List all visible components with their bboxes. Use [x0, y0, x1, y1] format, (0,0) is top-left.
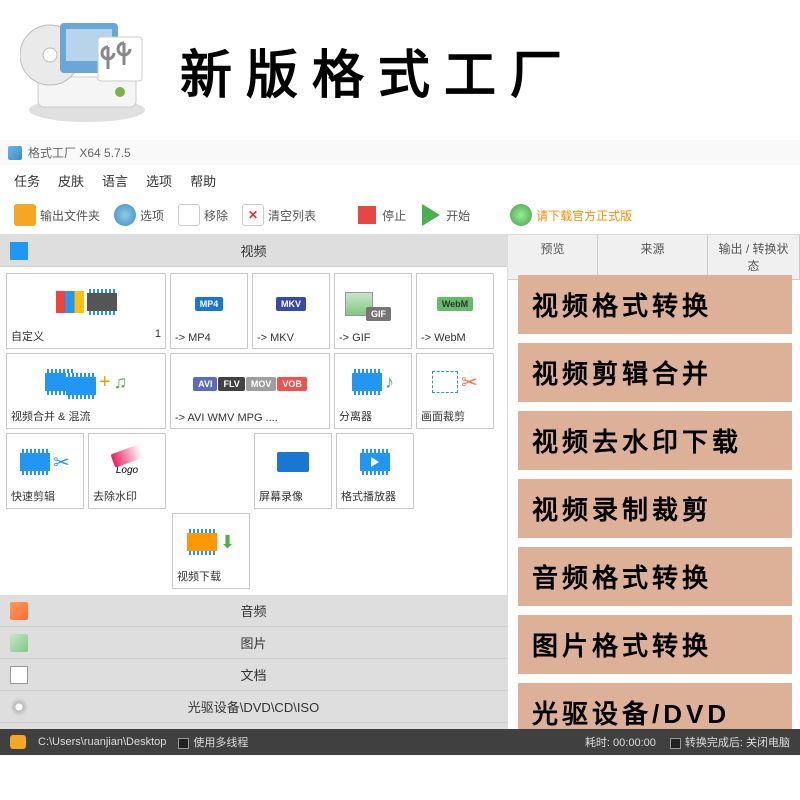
folder-icon: [14, 204, 36, 226]
section-document-header[interactable]: 文档: [0, 659, 507, 691]
section-video-header[interactable]: 视频: [0, 235, 507, 267]
globe-icon: [114, 204, 136, 226]
menu-task[interactable]: 任务: [14, 171, 40, 190]
clear-icon: ✕: [242, 204, 264, 226]
tile-avi-wmv[interactable]: AVIFLVMOVVOB -> AVI WMV MPG ....: [170, 353, 330, 429]
window-titlebar: 格式工厂 X64 5.7.5: [0, 140, 800, 165]
list-header: 预览 来源 输出 / 转换状态: [508, 235, 800, 280]
tile-webm[interactable]: WebM -> WebM: [416, 273, 494, 349]
window-title: 格式工厂 X64 5.7.5: [28, 144, 131, 161]
hero-title: 新版格式工厂: [180, 33, 576, 108]
app-icon: [8, 146, 22, 160]
remove-button[interactable]: 移除: [174, 202, 232, 228]
tile-quickcut[interactable]: ✂ 快速剪辑: [6, 433, 84, 509]
menu-skin[interactable]: 皮肤: [58, 171, 84, 190]
status-path: C:\Users\ruanjian\Desktop: [38, 736, 166, 748]
document-icon: [178, 204, 200, 226]
menu-options[interactable]: 选项: [146, 171, 172, 190]
feature-item: 音频格式转换: [518, 547, 792, 606]
options-button[interactable]: 选项: [110, 202, 168, 228]
toolbar: 输出文件夹 选项 移除 ✕ 清空列表 停止 开始 请下载官方正式版: [0, 196, 800, 235]
col-preview[interactable]: 预览: [508, 235, 598, 279]
output-folder-button[interactable]: 输出文件夹: [10, 202, 104, 228]
picture-icon: [10, 634, 28, 652]
menubar: 任务 皮肤 语言 选项 帮助: [0, 165, 800, 196]
folder-icon[interactable]: [10, 735, 26, 749]
status-bar: C:\Users\ruanjian\Desktop 使用多线程 耗时: 00:0…: [0, 729, 800, 755]
tile-splitter[interactable]: ♪ 分离器: [334, 353, 412, 429]
hero-icon: [20, 15, 155, 125]
feature-item: 视频录制裁剪: [518, 479, 792, 538]
earth-icon: [510, 204, 532, 226]
start-button[interactable]: 开始: [416, 202, 474, 228]
feature-item: 视频去水印下载: [518, 411, 792, 470]
tile-record[interactable]: 屏幕录像: [254, 433, 332, 509]
feature-item: 视频格式转换: [518, 275, 792, 334]
tile-download[interactable]: ⬇ 视频下载: [172, 513, 250, 589]
film-icon: [10, 242, 28, 260]
disc-icon: [10, 698, 28, 716]
right-panel: 预览 来源 输出 / 转换状态 视频格式转换 视频剪辑合并 视频去水印下载 视频…: [508, 235, 800, 755]
stop-button[interactable]: 停止: [352, 202, 410, 228]
feature-item: 视频剪辑合并: [518, 343, 792, 402]
clear-list-button[interactable]: ✕ 清空列表: [238, 202, 320, 228]
col-source[interactable]: 来源: [598, 235, 708, 279]
tile-custom[interactable]: 自定义1: [6, 273, 166, 349]
video-grid: 自定义1 MP4 -> MP4 MKV -> MKV GIF -> GIF We…: [0, 267, 507, 595]
tile-watermark[interactable]: Logo 去除水印: [88, 433, 166, 509]
section-image-header[interactable]: 图片: [0, 627, 507, 659]
download-official-link[interactable]: 请下载官方正式版: [506, 202, 636, 228]
app-window: 格式工厂 X64 5.7.5 任务 皮肤 语言 选项 帮助 输出文件夹 选项 移…: [0, 140, 800, 755]
section-disc-header[interactable]: 光驱设备\DVD\CD\ISO: [0, 691, 507, 723]
multithread-checkbox[interactable]: 使用多线程: [178, 734, 248, 750]
play-icon: [420, 204, 442, 226]
tile-gif[interactable]: GIF -> GIF: [334, 273, 412, 349]
hero-banner: 新版格式工厂: [0, 0, 800, 140]
tile-player[interactable]: 格式播放器: [336, 433, 414, 509]
status-elapsed: 耗时: 00:00:00: [585, 734, 656, 750]
menu-help[interactable]: 帮助: [190, 171, 216, 190]
menu-language[interactable]: 语言: [102, 171, 128, 190]
document-section-icon: [10, 666, 28, 684]
stop-icon: [356, 204, 378, 226]
tile-crop[interactable]: ✂ 画面裁剪: [416, 353, 494, 429]
feature-overlay: 视频格式转换 视频剪辑合并 视频去水印下载 视频录制裁剪 音频格式转换 图片格式…: [518, 275, 792, 742]
tile-mkv[interactable]: MKV -> MKV: [252, 273, 330, 349]
after-checkbox[interactable]: 转换完成后: 关闭电脑: [670, 734, 790, 750]
tile-mp4[interactable]: MP4 -> MP4: [170, 273, 248, 349]
section-audio-header[interactable]: 音频: [0, 595, 507, 627]
tile-merge[interactable]: +♫ 视频合并 & 混流: [6, 353, 166, 429]
music-icon: [10, 602, 28, 620]
left-panel: 视频 自定义1 MP4 -> MP4 MKV -> MKV GIF -> GIF: [0, 235, 508, 755]
col-output[interactable]: 输出 / 转换状态: [708, 235, 800, 279]
feature-item: 图片格式转换: [518, 615, 792, 674]
